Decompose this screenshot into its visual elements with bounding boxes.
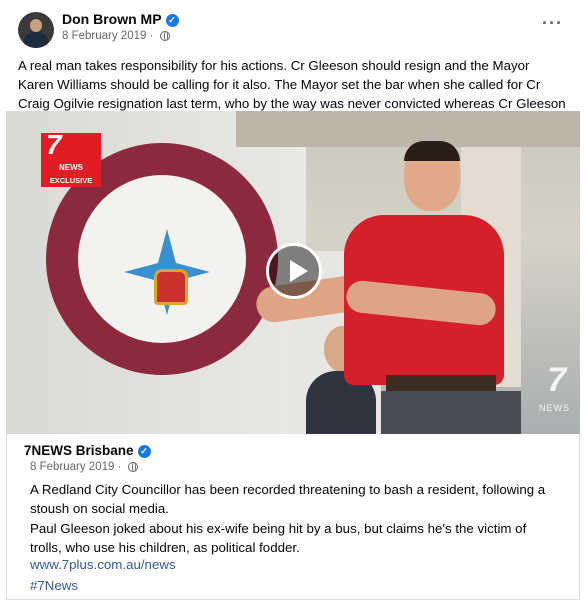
hashtag-link[interactable]: #7News	[30, 578, 78, 593]
shared-link[interactable]: www.7plus.com.au/news	[30, 557, 176, 572]
facebook-post: Don Brown MP ✓ 8 February 2019 · ··· A re…	[0, 0, 585, 600]
post-date[interactable]: 8 February 2019	[62, 30, 146, 42]
news-badge-label: NEWS	[41, 161, 101, 175]
shared-date[interactable]: 8 February 2019	[30, 461, 114, 473]
play-icon[interactable]	[266, 243, 322, 299]
shared-author-name[interactable]: 7NEWS Brisbane	[24, 443, 134, 458]
corner-logo-number: 7	[547, 361, 566, 399]
post-author[interactable]: Don Brown MP ✓	[62, 11, 179, 27]
news-badge-number: 7	[46, 129, 62, 160]
crown	[154, 269, 188, 305]
corner-logo-news: NEWS	[539, 403, 570, 413]
author-avatar[interactable]	[18, 12, 54, 48]
shared-text-paragraph-1: A Redland City Councillor has been recor…	[30, 482, 546, 516]
video-thumbnail[interactable]: 7 NEWS EXCLUSIVE 7 NEWS	[6, 111, 580, 434]
news-badge-news: NEWS	[59, 163, 83, 172]
post-author-name[interactable]: Don Brown MP	[62, 11, 162, 27]
shared-text-paragraph-2: Paul Gleeson joked about his ex-wife bei…	[30, 521, 527, 555]
post-date-separator: ·	[149, 30, 154, 42]
globe-icon	[159, 31, 170, 41]
shared-meta: 8 February 2019 ·	[30, 461, 138, 473]
shared-author[interactable]: 7NEWS Brisbane ✓	[24, 443, 151, 458]
more-options-button[interactable]: ···	[542, 13, 563, 34]
news-badge-exclusive: EXCLUSIVE	[41, 175, 101, 187]
verified-badge-icon: ✓	[137, 445, 151, 458]
globe-icon	[127, 462, 138, 472]
post-meta: 8 February 2019 ·	[62, 30, 170, 42]
verified-badge-icon: ✓	[165, 14, 179, 27]
shared-date-separator: ·	[117, 461, 122, 473]
